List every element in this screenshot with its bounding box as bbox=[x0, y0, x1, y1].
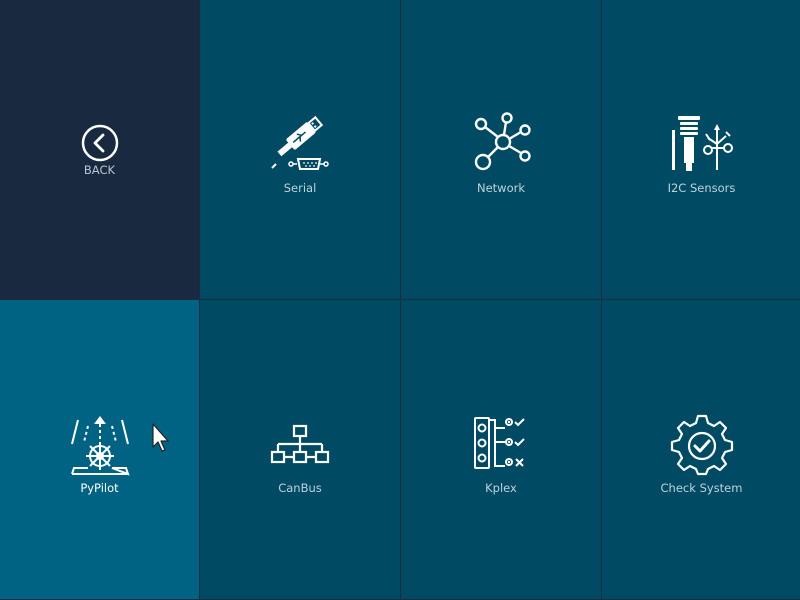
i2c-sensors-tile[interactable]: I2C Sensors bbox=[602, 0, 800, 299]
autopilot-helm-icon bbox=[70, 416, 130, 476]
gear-check-icon bbox=[670, 414, 733, 476]
canbus-tile[interactable]: CanBus bbox=[200, 300, 400, 599]
serial-tile[interactable]: Serial bbox=[200, 0, 400, 299]
network-icon bbox=[474, 112, 531, 171]
pypilot-tile[interactable]: PyPilot bbox=[0, 300, 199, 599]
back-label: BACK bbox=[83, 163, 116, 177]
serial-label: Serial bbox=[283, 181, 317, 195]
menu-grid: BACK Serial Network I2C Sensors PyPilot … bbox=[0, 0, 800, 600]
kplex-multiplexer-icon bbox=[474, 417, 525, 469]
network-tile[interactable]: Network bbox=[401, 0, 601, 299]
kplex-tile[interactable]: Kplex bbox=[401, 300, 601, 599]
canbus-label: CanBus bbox=[278, 481, 322, 495]
pypilot-label: PyPilot bbox=[80, 481, 119, 495]
back-arrow-icon bbox=[81, 124, 118, 162]
check-system-label: Check System bbox=[660, 481, 743, 495]
weather-sensor-icon bbox=[671, 116, 733, 171]
i2c-sensors-label: I2C Sensors bbox=[667, 181, 736, 195]
kplex-label: Kplex bbox=[485, 481, 517, 495]
usb-serial-icon bbox=[271, 115, 329, 170]
network-label: Network bbox=[476, 181, 526, 195]
canbus-tree-icon bbox=[270, 424, 330, 464]
check-system-tile[interactable]: Check System bbox=[602, 300, 800, 599]
back-button[interactable]: BACK bbox=[0, 0, 199, 299]
